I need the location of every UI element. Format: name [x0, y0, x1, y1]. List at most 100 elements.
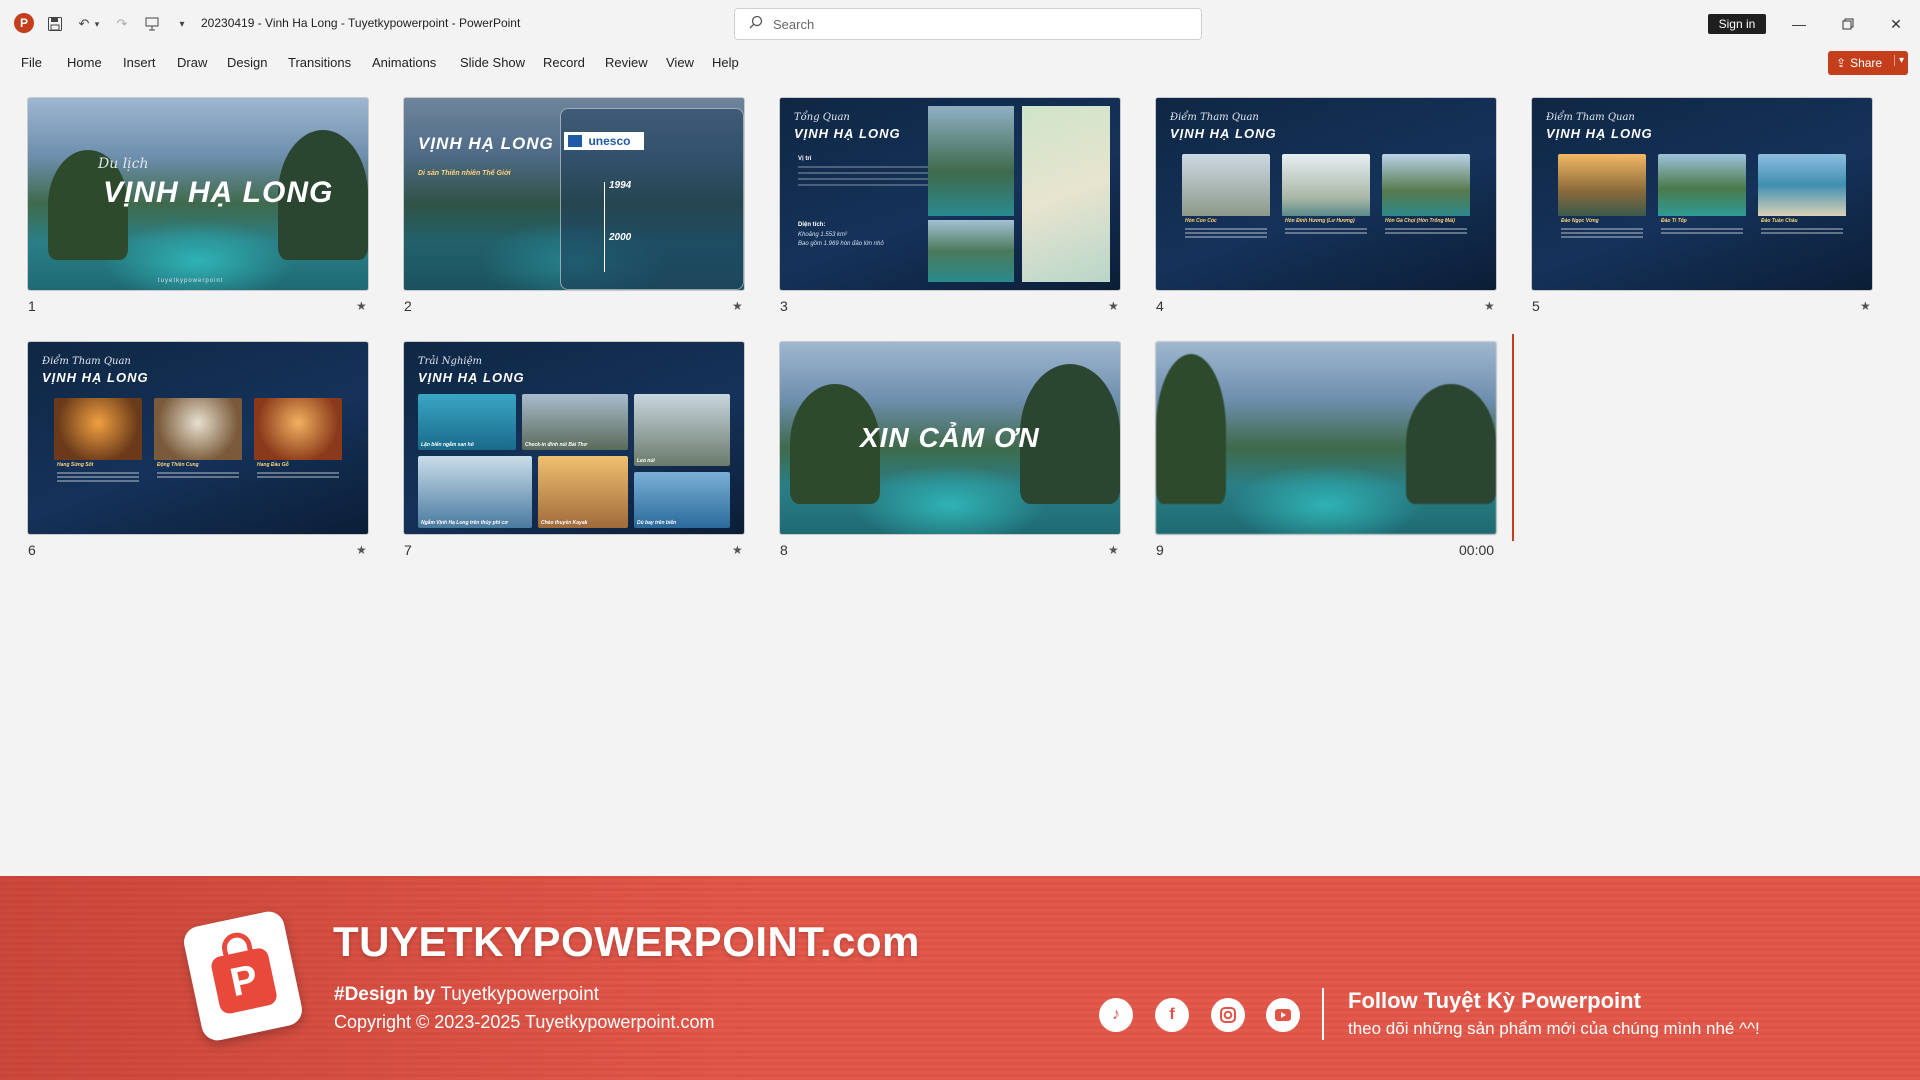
tab-insert[interactable]: Insert [123, 55, 156, 70]
slide-thumbnail-5[interactable]: Điểm Tham Quan VỊNH HẠ LONG Đảo Ngọc Vừn… [1532, 98, 1872, 290]
save-icon[interactable] [44, 13, 66, 35]
slide-script-text: Điểm Tham Quan [42, 356, 131, 367]
activity-card: Dù bay trên biển [634, 472, 730, 528]
transition-star-icon: ★ [732, 543, 743, 557]
slide-thumbnail-6[interactable]: Điểm Tham Quan VỊNH HẠ LONG Hang Sửng Số… [28, 342, 368, 534]
card-caption: Check-in đỉnh núi Bài Thơ [525, 442, 587, 448]
location-text [798, 166, 928, 186]
slide-title: VỊNH HẠ LONG [1546, 126, 1653, 141]
area-text: Khoảng 1.553 km² [798, 232, 848, 238]
transition-star-icon: ★ [356, 299, 367, 313]
close-icon[interactable]: ✕ [1884, 12, 1908, 36]
transition-star-icon: ★ [1108, 299, 1119, 313]
unesco-badge: unesco [564, 132, 644, 150]
search-icon [749, 15, 763, 34]
redo-icon[interactable]: ↷ [111, 13, 133, 35]
slide-thumbnail-7[interactable]: Trải Nghiệm VỊNH HẠ LONG Lặn biển ngắm s… [404, 342, 744, 534]
slide-thumbnail-1[interactable]: Du lịch VỊNH HẠ LONG tuyetkypowerpoint [28, 98, 368, 290]
youtube-icon[interactable] [1266, 998, 1300, 1032]
tab-review[interactable]: Review [605, 55, 648, 70]
document-title: 20230419 - Vinh Ha Long - Tuyetkypowerpo… [201, 16, 521, 30]
slide-thumbnail-8[interactable]: XIN CẢM ƠN [780, 342, 1120, 534]
slide-thumbnail-4[interactable]: Điểm Tham Quan VỊNH HẠ LONG Hòn Con Cóc … [1156, 98, 1496, 290]
promo-banner: P TUYETKYPOWERPOINT.com #Design by Tuyet… [0, 876, 1920, 1080]
rock-shape [1406, 384, 1496, 504]
customize-toolbar-icon[interactable]: ▾ [171, 13, 193, 35]
card-caption: Ngắm Vịnh Hạ Long trên thủy phi cơ [421, 520, 508, 526]
tab-home[interactable]: Home [67, 55, 102, 70]
card-caption: Động Thiên Cung [157, 462, 199, 468]
label-area: Diện tích: [798, 222, 826, 228]
islands-text: Bao gồm 1.969 hòn đảo lớn nhỏ [798, 241, 884, 247]
tab-draw[interactable]: Draw [177, 55, 207, 70]
slide-title: VỊNH HẠ LONG [42, 370, 149, 385]
banner-divider [1322, 988, 1324, 1040]
slide-number: 2 [404, 298, 412, 314]
transition-star-icon: ★ [1484, 299, 1495, 313]
instagram-icon[interactable] [1211, 998, 1245, 1032]
card-caption: Hang Đầu Gỗ [257, 462, 289, 468]
slide-title: VỊNH HẠ LONG [103, 176, 334, 209]
transition-star-icon: ★ [1860, 299, 1871, 313]
card-caption: Đảo Tuần Châu [1761, 218, 1798, 224]
tab-slide-show[interactable]: Slide Show [460, 55, 525, 70]
tab-transitions[interactable]: Transitions [288, 55, 351, 70]
activity-card: Chèo thuyền Kayak [538, 456, 628, 528]
card-caption: Hòn Đỉnh Hương (Lư Hương) [1285, 218, 1355, 224]
badge-text: unesco [588, 134, 631, 148]
tab-file[interactable]: File [21, 55, 42, 70]
minimize-icon[interactable]: — [1787, 12, 1811, 36]
powerpoint-logo-icon: P [14, 13, 34, 33]
attraction-card: Hòn Con Cóc [1182, 154, 1270, 284]
undo-dropdown-icon[interactable]: ▾ [92, 13, 102, 35]
tab-record[interactable]: Record [543, 55, 585, 70]
card-caption: Đảo Ngọc Vừng [1561, 218, 1599, 224]
slide-title: VỊNH HẠ LONG [1170, 126, 1277, 141]
tab-animations[interactable]: Animations [372, 55, 436, 70]
banner-copyright: Copyright © 2023-2025 Tuyetkypowerpoint.… [334, 1012, 715, 1032]
restore-icon[interactable] [1836, 12, 1860, 36]
slide-script-text: Trải Nghiệm [418, 356, 482, 367]
share-button[interactable]: ⇪ Share ▾ [1828, 51, 1908, 75]
slide-number: 7 [404, 542, 412, 558]
tiktok-icon[interactable]: ♪ [1099, 998, 1133, 1032]
slide-thumbnail-9[interactable] [1156, 342, 1496, 534]
attraction-card: Hòn Đỉnh Hương (Lư Hương) [1282, 154, 1370, 284]
transition-star-icon: ★ [1108, 543, 1119, 557]
insertion-cursor [1512, 334, 1514, 541]
slide-script-text: Điểm Tham Quan [1546, 112, 1635, 123]
tab-help[interactable]: Help [712, 55, 739, 70]
tab-view[interactable]: View [666, 55, 694, 70]
card-caption: Hang Sửng Sốt [57, 462, 94, 468]
facebook-icon[interactable]: f [1155, 998, 1189, 1032]
attraction-card: Hang Sửng Sốt [54, 398, 142, 528]
share-icon: ⇪ [1836, 56, 1847, 70]
card-caption: Hòn Con Cóc [1185, 218, 1217, 224]
attraction-card: Đảo Ngọc Vừng [1558, 154, 1646, 284]
slide-title: VỊNH HẠ LONG [418, 370, 525, 385]
sign-in-button[interactable]: Sign in [1708, 14, 1766, 34]
slide-number: 5 [1532, 298, 1540, 314]
slide-footer: tuyetkypowerpoint [158, 278, 224, 284]
card-caption: Leo núi [637, 458, 655, 464]
tab-design[interactable]: Design [227, 55, 267, 70]
attraction-card: Động Thiên Cung [154, 398, 242, 528]
design-prefix: #Design by [334, 984, 436, 1005]
timeline-line [604, 182, 605, 272]
card-caption: Đảo Ti Tốp [1661, 218, 1687, 224]
chevron-down-icon[interactable]: ▾ [1893, 55, 1904, 66]
activity-card: Lặn biển ngắm san hô [418, 394, 516, 450]
activity-card: Check-in đỉnh núi Bài Thơ [522, 394, 628, 450]
card-caption: Hòn Gà Chọi (Hòn Trống Mái) [1385, 218, 1455, 224]
share-label: Share [1850, 56, 1883, 70]
slide-thumbnail-2[interactable]: VỊNH HẠ LONG Di sản Thiên nhiên Thế Giới… [404, 98, 744, 290]
slide-timing: 00:00 [1459, 542, 1495, 558]
start-slideshow-icon[interactable] [141, 13, 163, 35]
attraction-card: Đảo Tuần Châu [1758, 154, 1846, 284]
banner-site-name: TUYETKYPOWERPOINT.com [333, 918, 920, 965]
slide-thumbnail-3[interactable]: Tổng Quan VỊNH HẠ LONG Vị trí Diện tích:… [780, 98, 1120, 290]
attraction-card: Đảo Ti Tốp [1658, 154, 1746, 284]
transition-star-icon: ★ [732, 299, 743, 313]
card-caption: Chèo thuyền Kayak [541, 520, 588, 526]
search-box[interactable]: Search [734, 8, 1202, 40]
